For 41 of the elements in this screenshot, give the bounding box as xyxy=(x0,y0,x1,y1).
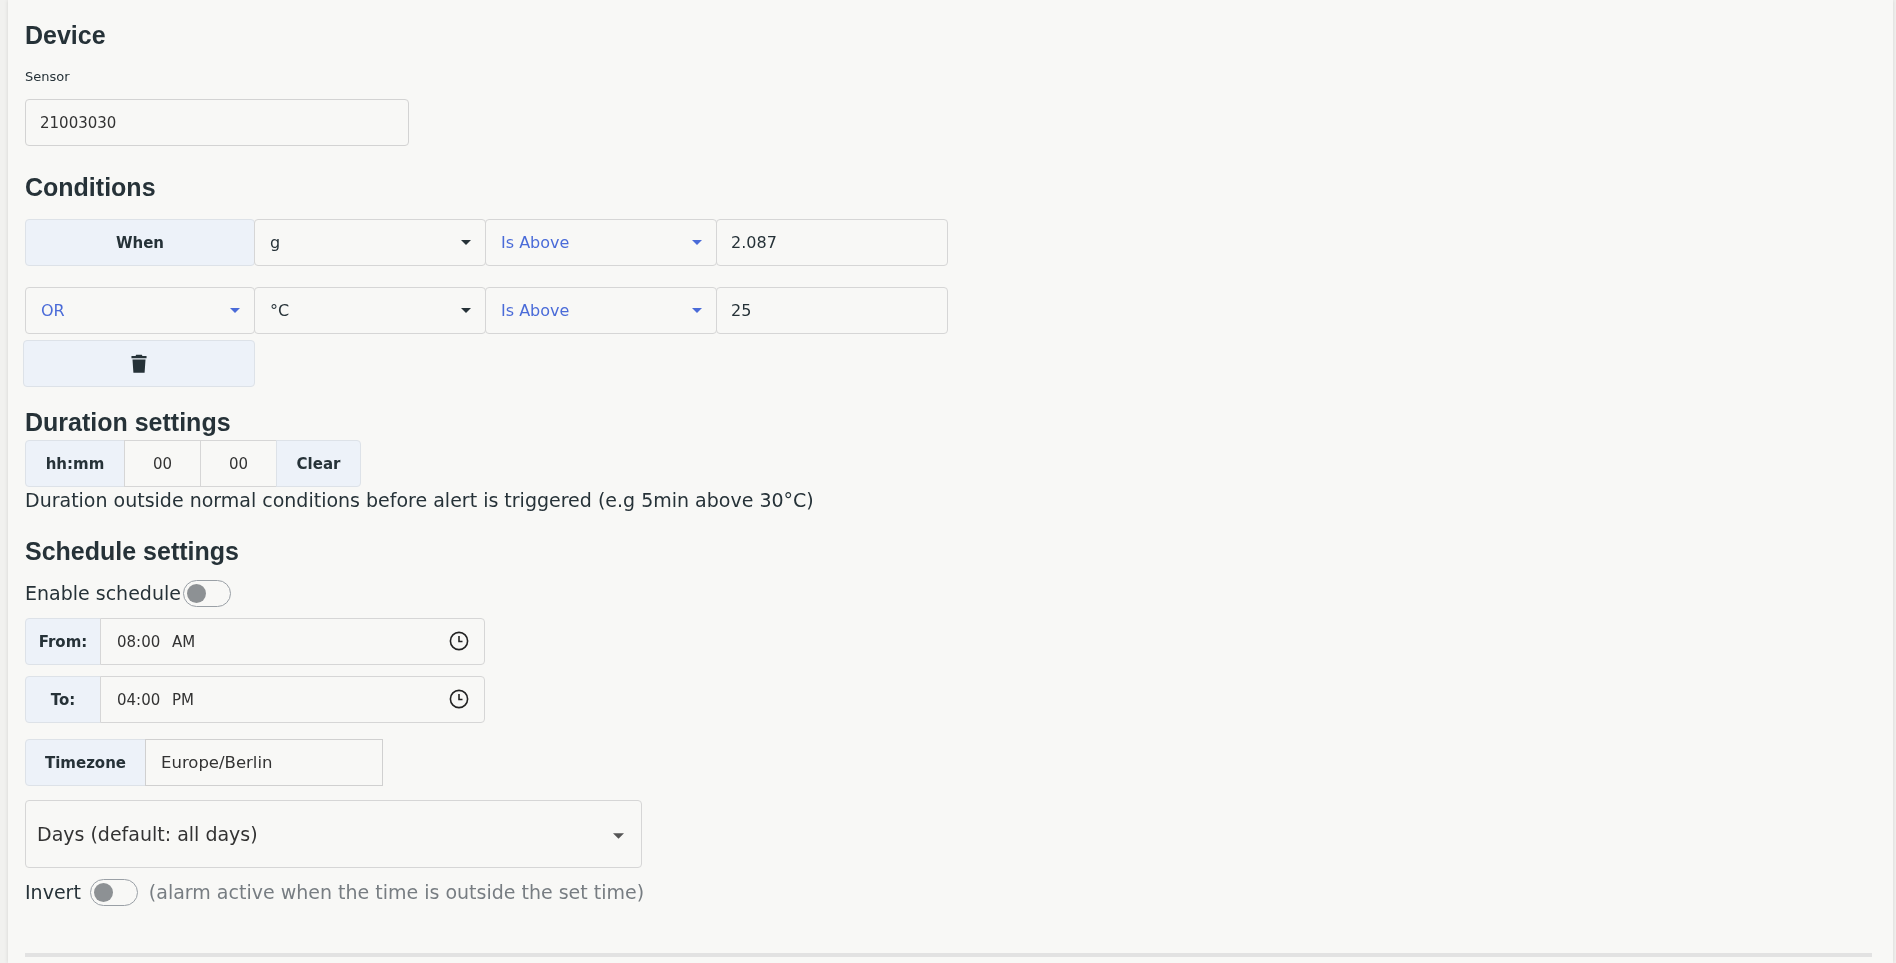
operator-select[interactable]: Is Above xyxy=(485,287,717,334)
to-label: To: xyxy=(25,676,101,723)
trash-icon xyxy=(131,354,147,373)
time-input[interactable]: 08:00 AM xyxy=(100,618,485,665)
caret-icon xyxy=(461,308,471,313)
hours-input[interactable]: 00 xyxy=(124,440,201,487)
clock-icon[interactable] xyxy=(449,631,469,651)
timezone-input[interactable]: Europe/Berlin xyxy=(145,739,383,786)
section-heading: Schedule settings xyxy=(25,537,239,565)
hint-text: (alarm active when the time is outside the set time) xyxy=(148,880,645,905)
format-label: hh:mm xyxy=(25,440,125,487)
section-heading: Conditions xyxy=(25,173,156,201)
toggle-switch[interactable] xyxy=(182,579,231,607)
threshold-input[interactable]: 25 xyxy=(716,287,948,334)
hint-text: Duration outside normal conditions before alert is triggered (e.g 5min above 30°C) xyxy=(25,488,814,513)
field-label: Sensor xyxy=(25,68,70,86)
delete-button[interactable] xyxy=(23,340,255,387)
toggle-switch[interactable] xyxy=(89,878,138,906)
unit-select[interactable]: g xyxy=(254,219,486,266)
threshold-input[interactable]: 2.087 xyxy=(716,219,948,266)
caret-icon xyxy=(613,833,624,839)
from-label: From: xyxy=(25,618,101,665)
caret-icon xyxy=(461,240,471,245)
section-heading: Device xyxy=(25,21,106,49)
toggle-label: Invert xyxy=(25,880,81,905)
caret-icon xyxy=(692,240,702,245)
time-input[interactable]: 04:00 PM xyxy=(100,676,485,723)
clear-button[interactable]: Clear xyxy=(276,440,361,487)
operator-select[interactable]: Is Above xyxy=(485,219,717,266)
clock-icon[interactable] xyxy=(449,689,469,709)
connector-select[interactable]: OR xyxy=(25,287,255,334)
toggle-label: Enable schedule xyxy=(25,581,181,606)
caret-icon xyxy=(230,308,240,313)
sensor-input[interactable]: 21003030 xyxy=(25,99,409,146)
caret-icon xyxy=(692,308,702,313)
unit-select[interactable]: °C xyxy=(254,287,486,334)
section-heading: Duration settings xyxy=(25,408,231,436)
days-select[interactable]: Days (default: all days) xyxy=(25,800,642,868)
timezone-label: Timezone xyxy=(25,739,146,786)
condition-label: When xyxy=(25,219,255,266)
minutes-input[interactable]: 00 xyxy=(200,440,277,487)
